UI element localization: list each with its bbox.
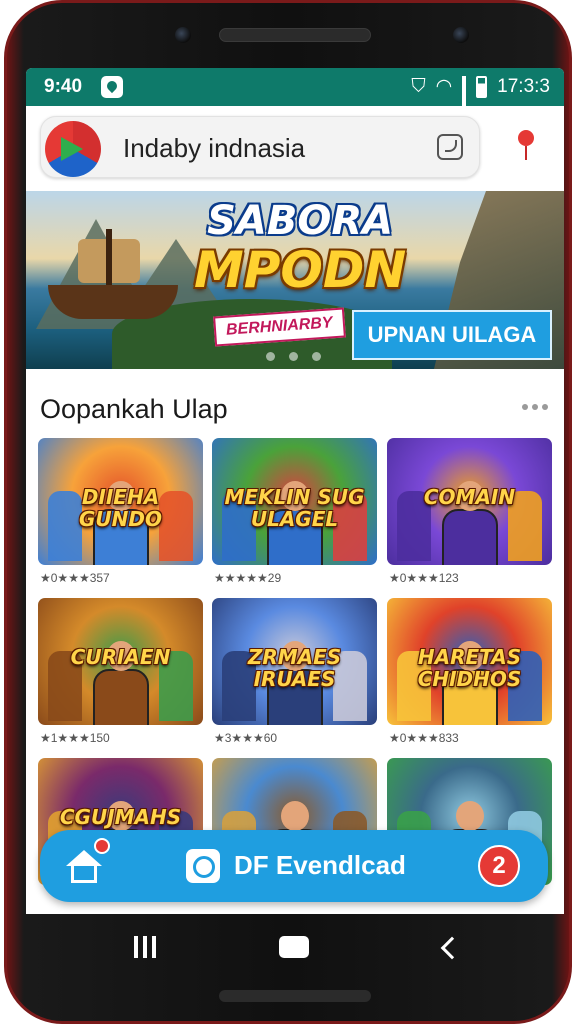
- search-input[interactable]: Indaby indnasia: [123, 133, 305, 164]
- download-count-badge[interactable]: 2: [478, 845, 520, 887]
- game-rating: ★0★★★833: [389, 731, 459, 745]
- game-rating: ★3★★★60: [214, 731, 278, 745]
- app-screen: 9:40 ⛉ ◠ 17:3:3 Indaby indnasia SABORA M…: [26, 68, 564, 914]
- game-thumbnail[interactable]: CURIAEN: [38, 598, 203, 725]
- game-thumbnail[interactable]: DIIEHA GUNDO: [38, 438, 203, 565]
- status-bar: 9:40 ⛉ ◠ 17:3:3: [26, 68, 564, 130]
- back-icon[interactable]: [438, 936, 456, 958]
- game-title: CGUJMAHS: [59, 805, 182, 829]
- game-card[interactable]: DIIEHA GUNDO ★0★★★357: [38, 438, 203, 585]
- app-notification-icon: [101, 76, 123, 98]
- battery-icon: [476, 75, 488, 98]
- banner-title-line1: SABORA: [207, 198, 394, 244]
- game-rating: ★0★★★357: [40, 571, 110, 585]
- pirate-ship-image: [48, 229, 178, 319]
- banner-cta-button[interactable]: UPNAN UILAGA: [352, 310, 552, 360]
- promo-banner[interactable]: SABORA MPODN BERHNIARBY UPNAN UILAGA: [26, 191, 564, 369]
- game-card[interactable]: HARETAS CHIDHOS ★0★★★833: [387, 598, 552, 745]
- game-title: DIIEHA GUNDO: [79, 485, 162, 531]
- battery-text: 17:3:3: [497, 75, 550, 97]
- shield-icon: ⛉: [411, 75, 426, 97]
- banner-title: SABORA MPODN: [194, 199, 406, 297]
- scan-icon[interactable]: [437, 134, 463, 160]
- bottom-action-bar: DF Evendlcad 2: [40, 830, 548, 902]
- game-rating: ★1★★★150: [40, 731, 110, 745]
- banner-title-line2: MPODN: [194, 241, 407, 299]
- download-icon[interactable]: [186, 849, 220, 883]
- status-time: 9:40: [44, 76, 83, 97]
- status-icons: ⛉ ◠ 17:3:3: [411, 75, 550, 130]
- earpiece-speaker: [219, 28, 371, 42]
- nav-home-icon[interactable]: [279, 936, 309, 958]
- system-nav-bar: [26, 914, 564, 984]
- game-thumbnail[interactable]: HARETAS CHIDHOS: [387, 598, 552, 725]
- front-camera: [453, 27, 469, 43]
- game-thumbnail[interactable]: ZRMAES IRUAES: [212, 598, 377, 725]
- carousel-dots: [266, 352, 321, 361]
- section-title: Oopankah Ulap: [40, 394, 228, 424]
- game-card[interactable]: MEKLIN SUG ULAGEL ★★★★★29: [212, 438, 377, 585]
- game-card[interactable]: ZRMAES IRUAES ★3★★★60: [212, 598, 377, 745]
- front-sensor: [175, 27, 191, 43]
- signal-icon: [462, 75, 467, 130]
- game-title: CURIAEN: [70, 645, 171, 669]
- notification-pin-icon[interactable]: [518, 130, 534, 160]
- game-title: COMAIN: [423, 485, 516, 509]
- app-logo-icon: [45, 121, 101, 177]
- game-title: HARETAS CHIDHOS: [417, 645, 522, 691]
- game-card[interactable]: COMAIN ★0★★★123: [387, 438, 552, 585]
- game-thumbnail[interactable]: MEKLIN SUG ULAGEL: [212, 438, 377, 565]
- game-rating: ★0★★★123: [389, 571, 459, 585]
- more-options-icon[interactable]: [522, 404, 548, 410]
- game-thumbnail[interactable]: COMAIN: [387, 438, 552, 565]
- download-button[interactable]: DF Evendlcad: [234, 850, 406, 881]
- search-bar[interactable]: Indaby indnasia: [40, 116, 480, 178]
- home-badge: [94, 838, 110, 854]
- game-title: MEKLIN SUG ULAGEL: [224, 485, 365, 531]
- wifi-icon: ◠: [435, 76, 453, 97]
- game-title: ZRMAES IRUAES: [247, 645, 342, 691]
- recents-icon[interactable]: [134, 936, 156, 958]
- game-card[interactable]: CURIAEN ★1★★★150: [38, 598, 203, 745]
- home-icon[interactable]: [66, 850, 102, 884]
- game-rating: ★★★★★29: [214, 571, 282, 585]
- bottom-speaker: [219, 990, 371, 1002]
